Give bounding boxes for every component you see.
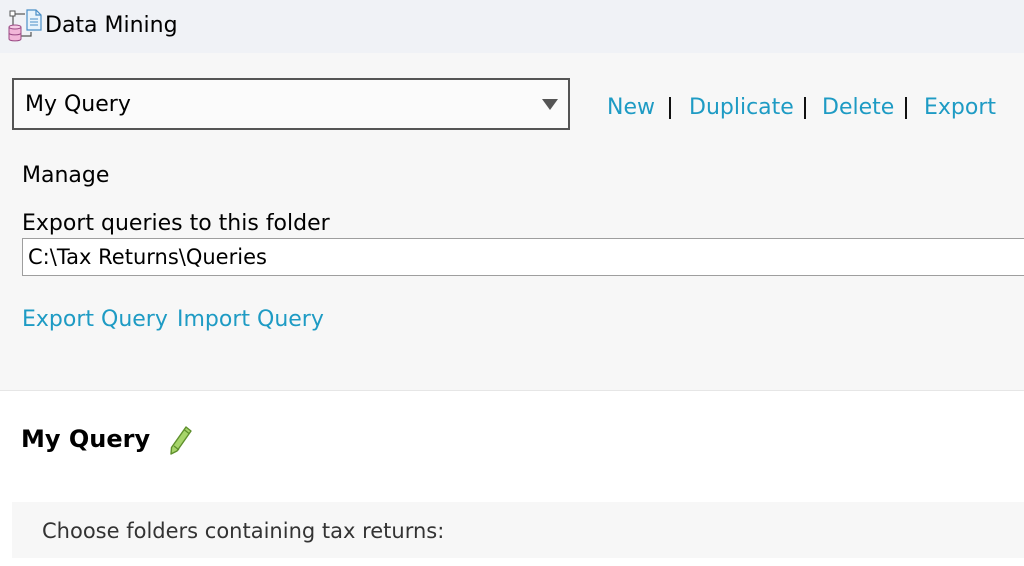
import-query-button[interactable]: Import Query bbox=[177, 307, 324, 333]
new-query-link[interactable]: New bbox=[607, 95, 655, 121]
folders-section: Choose folders containing tax returns: bbox=[12, 502, 1024, 558]
query-dropdown[interactable]: My Query bbox=[12, 78, 570, 130]
query-title: My Query bbox=[21, 425, 151, 453]
folders-prompt: Choose folders containing tax returns: bbox=[42, 519, 445, 543]
chevron-down-icon bbox=[542, 99, 558, 110]
duplicate-query-link[interactable]: Duplicate bbox=[689, 95, 794, 121]
export-folder-input[interactable] bbox=[22, 238, 1024, 276]
manage-heading: Manage bbox=[22, 163, 110, 188]
separator bbox=[669, 97, 671, 119]
pencil-icon[interactable] bbox=[166, 424, 194, 456]
database-document-icon bbox=[8, 9, 42, 42]
separator bbox=[804, 97, 806, 119]
separator bbox=[905, 97, 907, 119]
title-bar: Data Mining bbox=[0, 0, 1024, 53]
export-query-button[interactable]: Export Query bbox=[22, 307, 168, 333]
export-folder-label: Export queries to this folder bbox=[22, 211, 330, 236]
window-title: Data Mining bbox=[45, 13, 178, 38]
manage-panel: My Query New Duplicate Delete Export Man… bbox=[0, 53, 1024, 391]
query-dropdown-value: My Query bbox=[25, 92, 131, 117]
export-query-link[interactable]: Export bbox=[924, 95, 996, 121]
delete-query-link[interactable]: Delete bbox=[822, 95, 894, 121]
